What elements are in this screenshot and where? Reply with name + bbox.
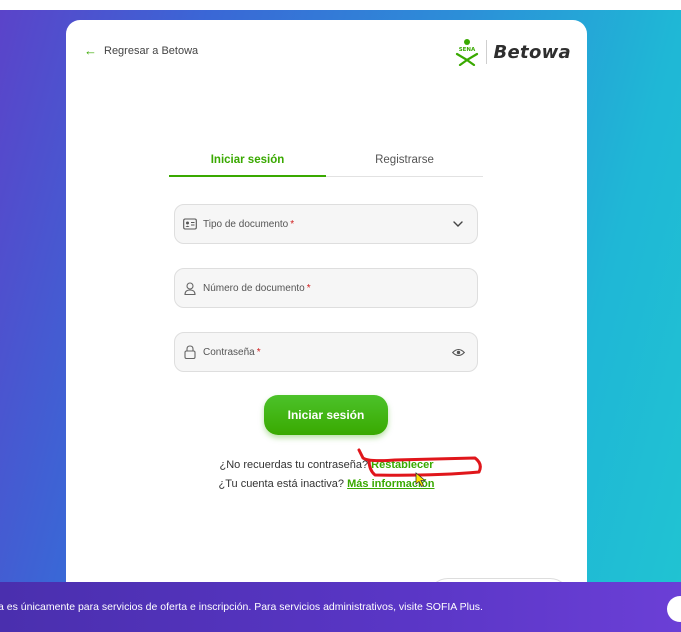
document-number-field[interactable]: Número de documento * [174,268,478,308]
browser-top-strip [0,0,681,10]
chevron-down-icon [451,217,465,231]
lock-icon [183,345,197,359]
inactive-account-line: ¿Tu cuenta está inactiva? Más informació… [66,478,587,490]
required-mark: * [256,346,261,358]
brand-divider [485,40,487,64]
back-link-label: Regresar a Betowa [104,44,199,57]
forgot-password-line: ¿No recuerdas tu contraseña? Restablecer [66,459,587,471]
sena-logo-icon: SENA [455,39,478,66]
tab-register[interactable]: Registrarse [326,148,483,176]
document-number-label-text: Número de documento [203,282,305,294]
brand-name: Betowa [493,41,571,63]
required-mark: * [290,218,295,230]
banner-action-button[interactable] [667,596,681,622]
eye-icon[interactable] [451,345,465,359]
document-type-label: Tipo de documento * [203,219,451,230]
password-label: Contraseña * [203,347,451,358]
sena-logo-text: SENA [458,47,475,53]
login-card: ← Regresar a Betowa SENA Betowa Iniciar … [66,20,587,620]
tab-login[interactable]: Iniciar sesión [169,148,326,177]
password-field[interactable]: Contraseña * [174,332,478,372]
auth-tabs: Iniciar sesión Registrarse [169,148,483,177]
id-card-icon [183,217,197,231]
document-type-select[interactable]: Tipo de documento * [174,204,478,244]
info-banner: a es únicamente para servicios de oferta… [0,582,681,632]
cursor-icon [415,472,427,488]
document-type-label-text: Tipo de documento [203,218,289,230]
reset-password-link[interactable]: Restablecer [371,459,433,471]
forgot-password-text: ¿No recuerdas tu contraseña? [219,459,369,471]
login-button[interactable]: Iniciar sesión [264,395,388,435]
inactive-account-text: ¿Tu cuenta está inactiva? [218,478,345,490]
user-icon [183,281,197,295]
banner-text: a es únicamente para servicios de oferta… [0,601,483,613]
brand: SENA Betowa [454,38,571,66]
required-mark: * [306,282,311,294]
document-number-label: Número de documento * [203,283,465,294]
back-link[interactable]: ← Regresar a Betowa [84,44,198,57]
arrow-left-icon: ← [84,43,97,58]
password-label-text: Contraseña [203,346,255,358]
